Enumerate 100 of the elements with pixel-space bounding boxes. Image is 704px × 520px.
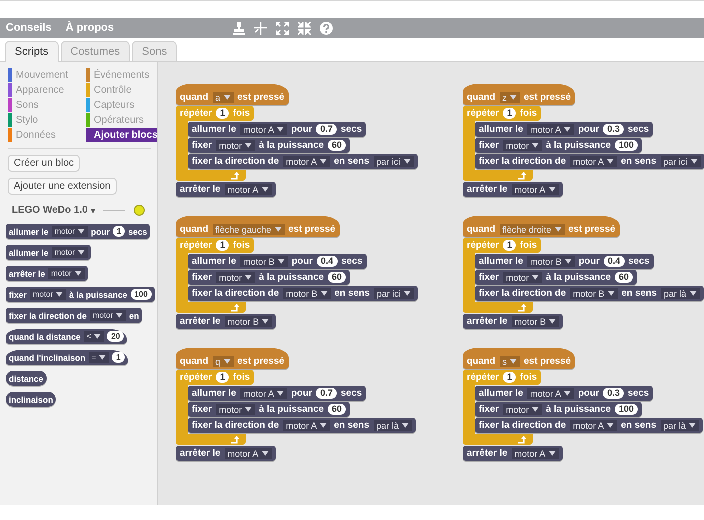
reporter-block[interactable]: inclinaison [6,392,56,407]
dropdown-field[interactable]: motor A [512,448,559,459]
dropdown-field[interactable]: motor [216,140,256,151]
dropdown-field[interactable]: motor [503,272,542,283]
command-block[interactable]: fixer motor à la puissance 100 [475,138,642,153]
dropdown-field[interactable]: par ici [374,156,414,167]
dropdown-field[interactable]: par ici [660,156,701,167]
dropdown-field[interactable]: par là [661,288,700,299]
dropdown-field[interactable]: motor [48,268,85,279]
command-block[interactable]: allumer le motor B pour 0.4 secs [475,254,654,269]
stamp-icon[interactable] [233,22,246,34]
help-icon[interactable] [320,22,334,34]
command-block[interactable]: arrêter le motor [6,266,88,281]
repeat-block[interactable]: répéter 1 fois allumer le motor A pour 0.7 secs fixer motor à la puissance 60 fixer la direction de motor A en sens par là [176,370,416,445]
command-block[interactable]: arrêter le motor A [463,446,563,461]
number-field[interactable]: 60 [328,404,346,415]
dropdown-field[interactable]: motor B [527,256,575,267]
command-block[interactable]: allumer le motor [6,245,92,260]
number-field[interactable]: 0.3 [603,124,624,135]
number-field[interactable]: 1 [113,226,126,237]
dropdown-field[interactable]: motor A [224,184,272,195]
dropdown-field[interactable]: motor B [283,288,331,299]
palette-button[interactable]: Ajouter une extension [8,178,117,195]
expand-icon[interactable] [276,22,290,34]
number-field[interactable]: 0.7 [316,124,337,135]
dropdown-field[interactable]: motor [503,140,542,151]
repeat-block[interactable]: répéter 1 fois allumer le motor B pour 0.4 secs fixer motor à la puissance 60 fixer la direction de motor B en sens par ici [176,238,418,313]
command-block[interactable]: fixer motor à la puissance 100 [475,402,642,417]
reporter-block[interactable]: distance [6,371,46,386]
dropdown-field[interactable]: z [500,92,520,103]
dropdown-field[interactable]: motor [52,247,88,258]
shrink-icon[interactable] [298,22,312,34]
dropdown-field[interactable]: motor [216,404,256,415]
number-field[interactable]: 0.4 [604,256,624,267]
command-block[interactable]: fixer motor à la puissance 60 [188,402,350,417]
command-block[interactable]: allumer le motor A pour 0.7 secs [188,122,366,137]
hat-block[interactable]: quand l'inclinaison = 1 [6,350,128,365]
dropdown-field[interactable]: motor [52,226,88,237]
number-field[interactable]: 0.7 [316,388,337,399]
command-block[interactable]: arrêter le motor A [176,182,276,197]
palette-button[interactable]: Créer un bloc [8,155,80,172]
repeat-block[interactable]: répéter 1 fois allumer le motor A pour 0.3 secs fixer motor à la puissance 100 fixer la direction de motor A en sens par ici [463,106,704,181]
dropdown-field[interactable]: = [88,352,110,363]
command-block[interactable]: fixer la direction de motor en [6,308,142,323]
command-block[interactable]: fixer la direction de motor A en sens par ici [188,154,418,169]
number-field[interactable]: 60 [328,140,346,151]
number-field[interactable]: 100 [130,289,152,300]
number-field[interactable]: 100 [615,404,638,415]
hat-block[interactable]: quand q est pressé [176,348,289,369]
dropdown-field[interactable]: motor A [240,388,288,399]
command-block[interactable]: allumer le motor B pour 0.4 secs [188,254,367,269]
command-block[interactable]: fixer la direction de motor A en sens par ici [475,154,704,169]
dropdown-field[interactable]: motor B [240,256,288,267]
dropdown-field[interactable]: flèche droite [500,224,565,235]
dropdown-field[interactable]: par là [660,420,700,431]
dropdown-field[interactable]: motor B [224,316,272,327]
dropdown-field[interactable]: motor [30,289,66,300]
number-field[interactable]: 1 [216,372,230,383]
command-block[interactable]: allumer le motor A pour 0.7 secs [188,386,366,401]
command-block[interactable]: fixer la direction de motor A en sens par là [188,418,416,433]
dropdown-field[interactable]: motor A [570,420,618,431]
dropdown-field[interactable]: < [84,331,104,342]
extension-menu-glyph[interactable]: ▾ [90,206,96,216]
command-block[interactable]: arrêter le motor B [463,314,564,329]
dropdown-field[interactable]: flèche gauche [212,224,285,235]
dropdown-field[interactable]: q [212,356,234,367]
dropdown-field[interactable]: par là [374,420,412,431]
command-block[interactable]: allumer le motor pour 1 secs [6,224,150,239]
dropdown-field[interactable]: motor [503,404,542,415]
number-field[interactable]: 1 [216,240,230,251]
number-field[interactable]: 60 [615,272,634,283]
number-field[interactable]: 1 [503,240,516,251]
dropdown-field[interactable]: motor B [570,288,618,299]
dropdown-field[interactable]: motor A [512,184,559,195]
dropdown-field[interactable]: motor A [527,124,574,135]
number-field[interactable]: 1 [112,352,125,363]
dropdown-field[interactable]: motor A [283,156,330,167]
number-field[interactable]: 0.3 [603,388,624,399]
number-field[interactable]: 20 [107,331,124,342]
command-block[interactable]: fixer motor à la puissance 100 [6,287,155,302]
hat-block[interactable]: quand la distance < 20 [6,329,128,344]
hat-block[interactable]: quand flèche gauche est pressé [176,216,340,237]
command-block[interactable]: allumer le motor A pour 0.3 secs [475,386,654,401]
command-block[interactable]: arrêter le motor A [463,182,563,197]
dropdown-field[interactable]: motor B [512,316,560,327]
hat-block[interactable]: quand a est pressé [176,84,289,105]
repeat-block[interactable]: répéter 1 fois allumer le motor B pour 0.4 secs fixer motor à la puissance 60 fixer la direction de motor B en sens par là [463,238,704,313]
command-block[interactable]: fixer la direction de motor B en sens par là [475,286,704,301]
dropdown-field[interactable]: motor [216,272,256,283]
hat-block[interactable]: quand z est pressé [463,84,576,105]
command-block[interactable]: fixer la direction de motor A en sens par là [475,418,704,433]
number-field[interactable]: 1 [503,108,516,119]
dropdown-field[interactable]: motor A [224,448,272,459]
number-field[interactable]: 60 [328,272,346,283]
extension-title[interactable]: LEGO WeDo 1.0 [12,205,88,216]
command-block[interactable]: allumer le motor A pour 0.3 secs [475,122,654,137]
dropdown-field[interactable]: s [500,356,520,367]
number-field[interactable]: 1 [216,108,230,119]
command-block[interactable]: fixer motor à la puissance 60 [188,270,350,285]
dropdown-field[interactable]: motor [90,310,126,321]
